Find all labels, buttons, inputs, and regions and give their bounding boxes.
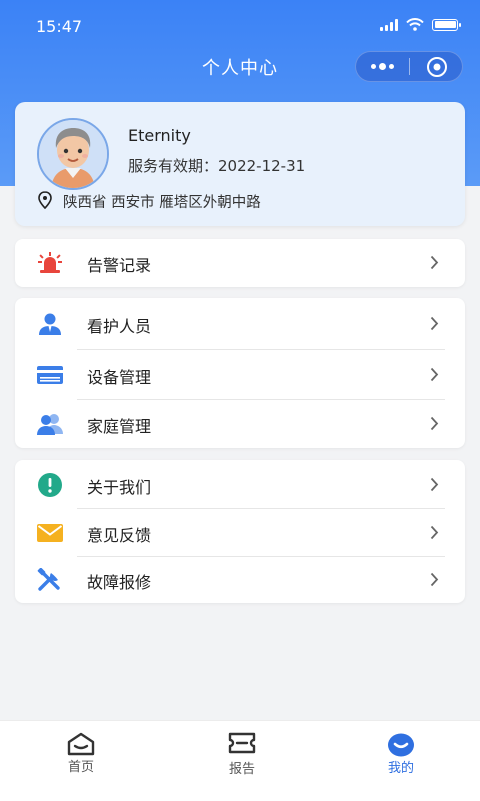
more-dot-icon [371, 64, 376, 69]
menu-item-device-management[interactable]: 设备管理 [15, 351, 465, 399]
more-button[interactable] [356, 52, 409, 81]
wifi-icon [406, 18, 424, 31]
status-icons [380, 18, 461, 31]
more-dot-icon [389, 64, 394, 69]
more-dot-icon [379, 63, 386, 70]
menu-item-family-management[interactable]: 家庭管理 [15, 400, 465, 448]
menu-item-label: 看护人员 [87, 317, 152, 336]
caregiver-icon [36, 312, 64, 336]
smile-icon [388, 733, 414, 757]
menu-group-support: 关于我们 意见反馈 故障报修 [15, 460, 465, 603]
tab-label: 首页 [67, 760, 94, 775]
menu-item-feedback[interactable]: 意见反馈 [15, 509, 465, 557]
menu-item-label: 故障报修 [87, 573, 152, 592]
menu-item-label: 意见反馈 [87, 526, 152, 545]
tab-mine[interactable]: 我的 [341, 721, 461, 801]
menu-item-repair[interactable]: 故障报修 [15, 556, 465, 604]
tab-label: 报告 [228, 762, 255, 777]
chevron-right-icon [430, 525, 439, 540]
chevron-right-icon [430, 316, 439, 331]
chevron-right-icon [430, 572, 439, 587]
tab-home[interactable]: 首页 [21, 721, 141, 801]
signal-icon [380, 18, 398, 31]
username: Eternity [128, 126, 191, 145]
menu-item-label: 家庭管理 [87, 417, 152, 436]
tools-icon [36, 568, 64, 592]
tab-report[interactable]: 报告 [182, 721, 302, 801]
chevron-right-icon [430, 416, 439, 431]
status-bar: 15:47 [0, 0, 480, 52]
miniprogram-capsule [355, 51, 463, 82]
menu-item-label: 设备管理 [87, 368, 152, 387]
chevron-right-icon [430, 477, 439, 492]
status-time: 15:47 [36, 17, 83, 36]
ticket-icon [228, 732, 256, 754]
avatar[interactable] [37, 118, 109, 190]
device-card-icon [36, 363, 64, 387]
info-icon [36, 473, 64, 497]
target-icon [426, 56, 447, 77]
location-pin-icon [38, 191, 52, 209]
row-divider [77, 349, 445, 350]
chevron-right-icon [430, 255, 439, 270]
mail-icon [36, 521, 64, 545]
battery-icon [432, 18, 461, 31]
service-validity: 服务有效期：2022-12-31 [128, 157, 306, 175]
location-text: 陕西省 西安市 雁塔区外朝中路 [63, 195, 261, 211]
profile-card[interactable]: Eternity 服务有效期：2022-12-31 陕西省 西安市 雁塔区外朝中… [15, 102, 465, 226]
tab-bar: 首页 报告 我的 [0, 720, 480, 801]
home-icon [67, 732, 95, 756]
close-button[interactable] [410, 52, 463, 81]
menu-group-management: 看护人员 设备管理 家庭管理 [15, 298, 465, 448]
menu-item-about-us[interactable]: 关于我们 [15, 461, 465, 509]
menu-item-alarm-record[interactable]: 告警记录 [15, 239, 465, 287]
tab-label: 我的 [387, 761, 414, 776]
menu-item-label: 关于我们 [87, 478, 152, 497]
alarm-light-icon [36, 251, 64, 275]
family-icon [36, 412, 64, 436]
menu-group-alarm: 告警记录 [15, 239, 465, 287]
chevron-right-icon [430, 367, 439, 382]
menu-item-label: 告警记录 [87, 256, 152, 275]
menu-item-caregivers[interactable]: 看护人员 [15, 300, 465, 348]
avatar-elder-icon [39, 120, 107, 188]
